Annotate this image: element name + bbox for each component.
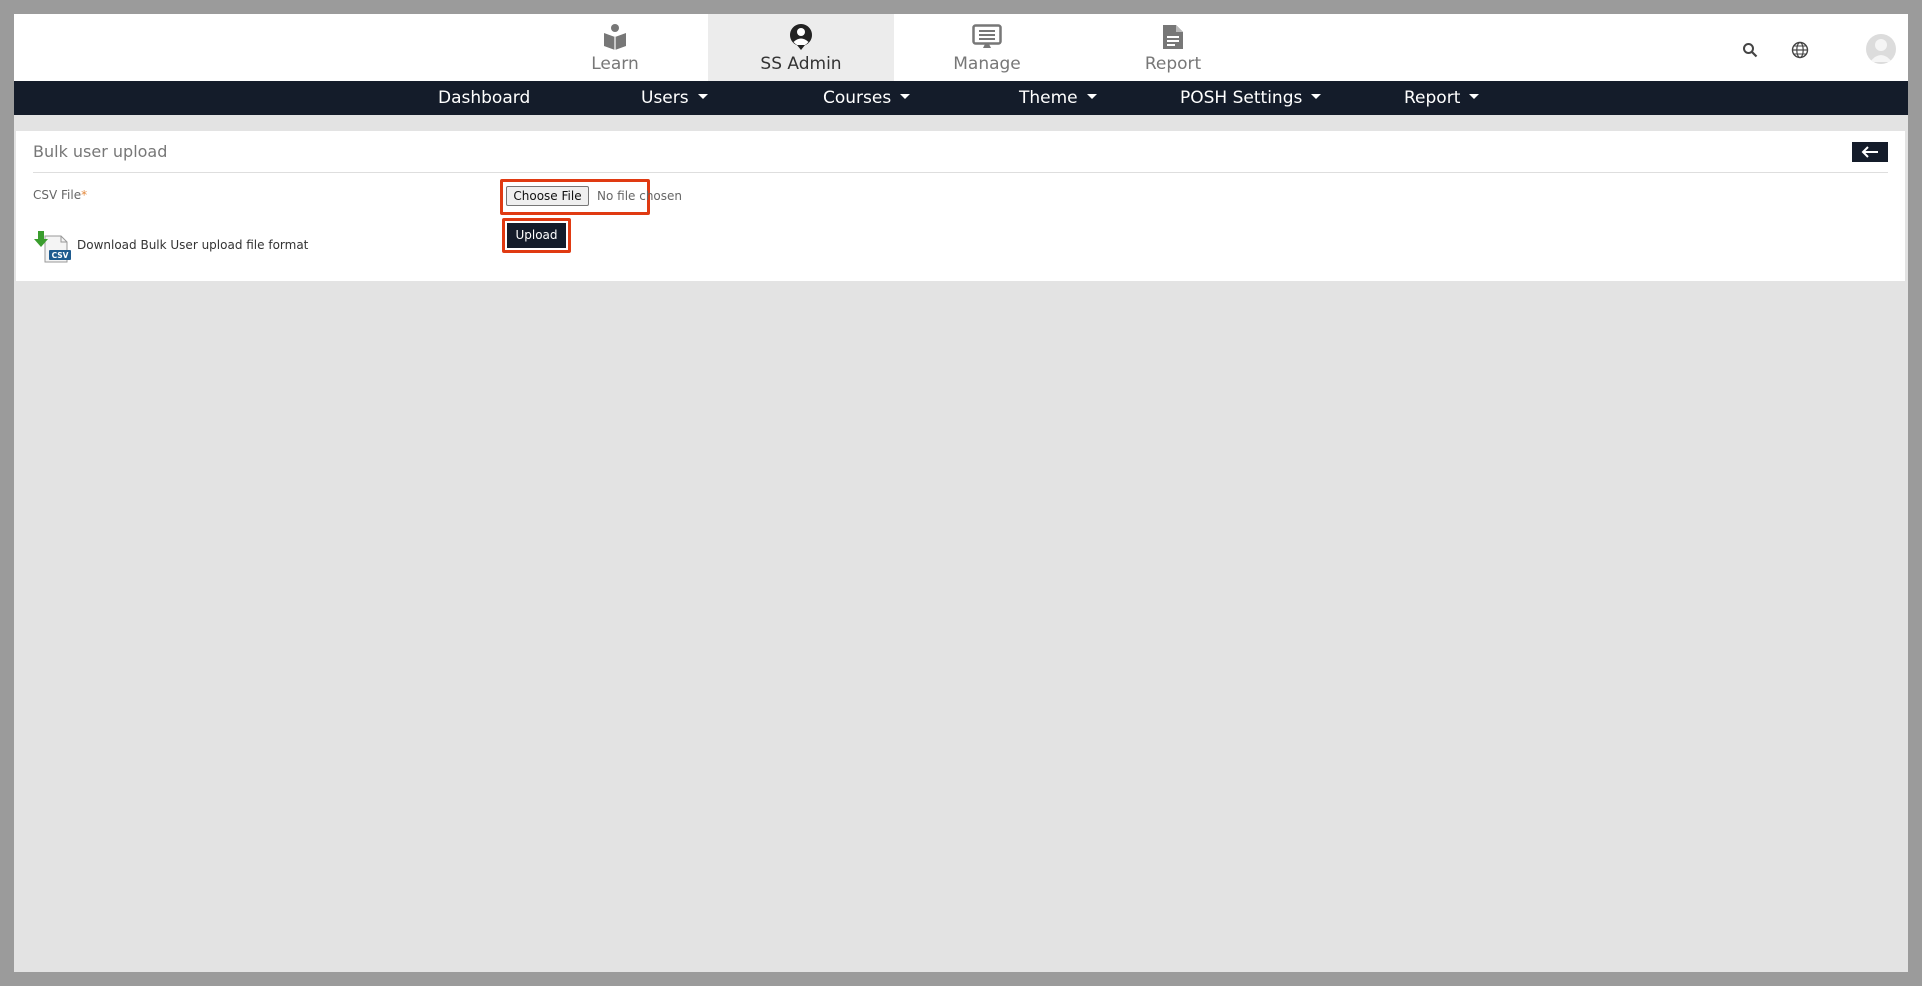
arrow-left-icon (1861, 143, 1879, 162)
document-icon (1162, 22, 1184, 52)
csv-file-label: CSV File* (33, 188, 87, 202)
tab-report[interactable]: Report (1080, 14, 1266, 81)
download-format-link[interactable]: Download Bulk User upload file format (77, 238, 308, 252)
nav-report-label: Report (1404, 88, 1461, 108)
back-button[interactable] (1852, 142, 1888, 162)
caret-down-icon (1469, 93, 1480, 99)
user-pin-icon (789, 22, 813, 52)
tab-report-label: Report (1144, 54, 1202, 74)
tab-ss-admin[interactable]: SS Admin (708, 14, 894, 81)
upload-button[interactable]: Upload (507, 223, 566, 248)
caret-down-icon (900, 93, 911, 99)
divider (33, 172, 1888, 173)
csv-download-icon[interactable]: CSV (33, 230, 73, 264)
globe-icon[interactable] (1788, 38, 1812, 62)
nav-courses-label: Courses (823, 88, 892, 108)
tab-ss-admin-label: SS Admin (760, 54, 842, 74)
nav-users[interactable]: Users (641, 81, 708, 115)
tab-learn[interactable]: Learn (522, 14, 708, 81)
choose-file-button[interactable]: Choose File (506, 186, 589, 206)
caret-down-icon (1086, 93, 1097, 99)
tab-manage[interactable]: Manage (894, 14, 1080, 81)
nav-posh-settings[interactable]: POSH Settings (1180, 81, 1322, 115)
reader-book-icon (603, 22, 627, 52)
page-title: Bulk user upload (33, 142, 168, 161)
nav-dashboard[interactable]: Dashboard (438, 81, 530, 115)
top-bar: Learn SS Admin Manage Report (14, 14, 1908, 81)
nav-theme-label: Theme (1019, 88, 1078, 108)
csv-file-label-text: CSV File (33, 188, 82, 202)
nav-courses[interactable]: Courses (823, 81, 911, 115)
nav-users-label: Users (641, 88, 689, 108)
nav-theme[interactable]: Theme (1019, 81, 1097, 115)
required-mark: * (81, 188, 88, 202)
no-file-chosen-text: No file chosen (597, 189, 683, 203)
caret-down-icon (1311, 93, 1322, 99)
bulk-upload-panel: Bulk user upload CSV File* Choose File N… (16, 131, 1905, 281)
main-nav: Dashboard Users Courses Theme POSH Setti… (14, 81, 1908, 115)
tab-manage-label: Manage (953, 54, 1021, 74)
caret-down-icon (697, 93, 708, 99)
app-frame: Learn SS Admin Manage Report Dashboard U… (14, 14, 1908, 972)
avatar[interactable] (1866, 34, 1896, 64)
csv-badge-text: CSV (52, 251, 69, 260)
search-icon[interactable] (1738, 38, 1762, 62)
tab-learn-label: Learn (591, 54, 639, 74)
nav-report[interactable]: Report (1404, 81, 1480, 115)
nav-posh-settings-label: POSH Settings (1180, 88, 1303, 108)
monitor-list-icon (972, 22, 1002, 52)
